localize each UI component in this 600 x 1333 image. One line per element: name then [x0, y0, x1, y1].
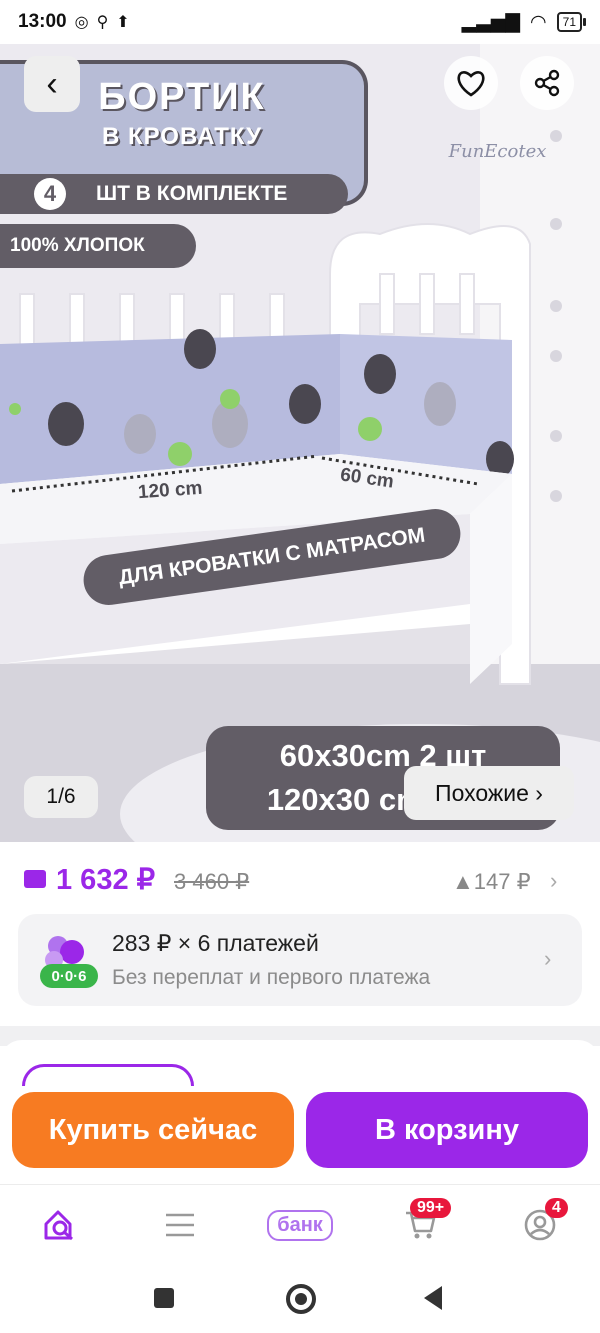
dimension-long-label: 120 cm — [137, 477, 204, 504]
search-status-icon: ⚲ — [96, 14, 109, 31]
share-icon — [534, 69, 560, 97]
profile-badge: 4 — [545, 1198, 568, 1218]
kit-banner: 4 ШТ В КОМПЛЕКТЕ — [0, 174, 348, 214]
battery-icon: 71 — [556, 12, 587, 32]
heart-icon — [457, 71, 485, 97]
cart-badge: 99+ — [410, 1198, 452, 1218]
old-price: 3 460 ₽ — [174, 869, 250, 894]
wallet-icon — [24, 870, 46, 888]
installment-main: 283 ₽ × 6 платежей — [112, 930, 319, 956]
price-row: 1 632 ₽ 3 460 ₽ ▲147 ₽ › — [0, 842, 600, 918]
back-button[interactable]: ‹ — [24, 56, 80, 112]
bank-label: банк — [267, 1209, 333, 1241]
add-to-cart-button[interactable]: В корзину — [306, 1092, 588, 1168]
home-search-icon — [44, 1210, 73, 1241]
installment-sub: Без переплат и первого платежа — [112, 966, 431, 989]
favorite-button[interactable] — [444, 56, 498, 110]
product-image-gallery[interactable]: БОРТИК В КРОВАТКУ 4 ШТ В КОМПЛЕКТЕ 100% … — [0, 44, 600, 842]
installment-card[interactable]: 0·0·6 283 ₽ × 6 платежей Без переплат и … — [18, 914, 582, 1006]
back-nav-button[interactable] — [424, 1286, 442, 1310]
buy-now-button[interactable]: Купить сейчас — [12, 1092, 294, 1168]
kit-count: 4 — [34, 178, 66, 210]
kit-text: ШТ В КОМПЛЕКТЕ — [96, 182, 288, 205]
action-bar: Купить сейчас В корзину — [0, 1086, 600, 1184]
installment-icon: 0·0·6 — [40, 936, 98, 988]
chevron-right-icon: › — [544, 946, 552, 971]
wifi-icon: ◠ — [530, 11, 547, 33]
banner-title-line2: В КРОВАТКУ — [101, 123, 263, 150]
chevron-left-icon: ‹ — [46, 64, 58, 103]
upload-icon: ⬆ — [116, 14, 130, 31]
status-bar: 13:00 ◎ ⚲ ⬆ ▂▃▅▇ ◠ 71 — [0, 0, 600, 44]
tab-catalog[interactable] — [150, 1203, 210, 1247]
current-price: 1 632 ₽ — [56, 864, 156, 896]
recents-button[interactable] — [154, 1288, 174, 1308]
similar-button[interactable]: Похожие › — [404, 766, 574, 820]
system-nav-bar — [0, 1264, 600, 1333]
brand-logo: FunEcotex — [448, 141, 547, 162]
installment-badge-text: 0·0·6 — [51, 968, 86, 985]
chevron-right-icon[interactable]: › — [550, 868, 557, 894]
tab-home[interactable] — [30, 1203, 90, 1247]
menu-icon — [166, 1213, 194, 1237]
bottom-tab-bar: банк 99+ 4 — [0, 1184, 600, 1265]
bonus-points[interactable]: ▲147 ₽ — [452, 869, 531, 895]
cotton-banner: 100% ХЛОПОК — [0, 224, 196, 268]
image-counter: 1/6 — [24, 776, 98, 818]
home-button[interactable] — [286, 1284, 316, 1314]
share-button[interactable] — [520, 56, 574, 110]
signal-icon: ▂▃▅▇ — [461, 11, 521, 33]
tab-bank[interactable]: банк — [267, 1203, 333, 1247]
instagram-icon: ◎ — [74, 14, 89, 31]
status-time: 13:00 — [18, 11, 67, 32]
